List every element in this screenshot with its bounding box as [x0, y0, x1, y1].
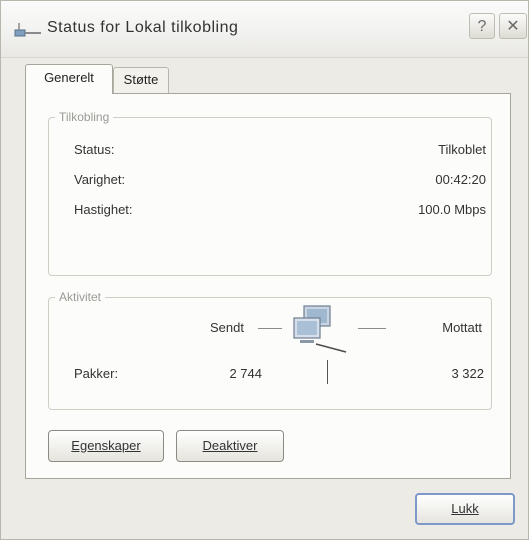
status-dialog: Status for Lokal tilkobling ? ✕ Generelt… — [0, 0, 529, 540]
activity-group-legend: Aktivitet — [59, 290, 102, 304]
tab-generelt-label: Generelt — [44, 70, 94, 85]
close-window-button[interactable]: ✕ — [499, 13, 527, 39]
status-label: Status: — [74, 142, 115, 157]
received-line — [358, 328, 386, 329]
disable-button-label: Deaktiver — [202, 438, 258, 453]
duration-label: Varighet: — [74, 172, 126, 187]
packets-received-value: 3 322 — [451, 366, 484, 381]
duration-value: 00:42:20 — [435, 172, 486, 187]
close-icon: ✕ — [506, 18, 520, 35]
speed-label: Hastighet: — [74, 202, 133, 217]
disable-button[interactable]: Deaktiver — [176, 430, 284, 462]
packets-label: Pakker: — [74, 366, 119, 381]
help-icon: ? — [477, 18, 487, 35]
tab-panel-generelt: Tilkobling Status: Tilkoblet Varighet: 0… — [25, 93, 511, 479]
activity-group: Aktivitet — [48, 290, 492, 410]
status-value: Tilkoblet — [438, 142, 486, 157]
tab-generelt[interactable]: Generelt — [25, 64, 113, 94]
properties-button[interactable]: Egenskaper — [48, 430, 164, 462]
connection-group: Tilkobling — [48, 110, 492, 276]
connection-group-legend: Tilkobling — [59, 110, 110, 124]
sent-line — [258, 328, 282, 329]
packets-sent-value: 2 744 — [229, 366, 262, 381]
sent-label: Sendt — [210, 320, 244, 335]
network-connection-icon — [14, 23, 41, 37]
tab-stotte[interactable]: Støtte — [113, 67, 169, 93]
title-bar[interactable]: Status for Lokal tilkobling ? ✕ — [1, 1, 528, 58]
speed-value: 100.0 Mbps — [418, 202, 486, 217]
close-button[interactable]: Lukk — [415, 493, 515, 525]
window-title: Status for Lokal tilkobling — [47, 19, 239, 36]
activity-divider — [327, 360, 328, 384]
close-button-label: Lukk — [451, 501, 479, 516]
help-button[interactable]: ? — [469, 13, 495, 39]
network-activity-icon — [293, 305, 347, 353]
received-label: Mottatt — [442, 320, 482, 335]
tab-stotte-label: Støtte — [123, 72, 159, 87]
properties-button-label: Egenskaper — [71, 438, 141, 453]
